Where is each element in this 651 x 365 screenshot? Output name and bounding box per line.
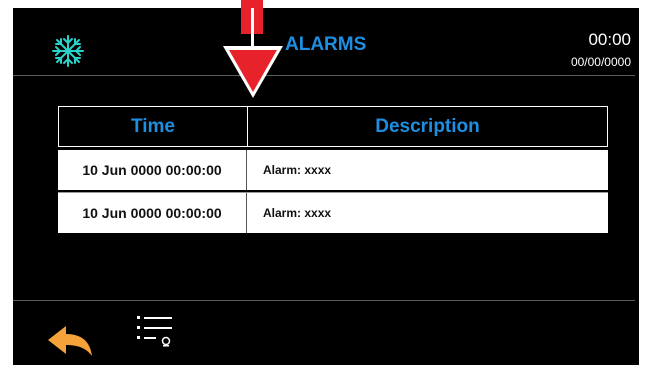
table-row[interactable]: 10 Jun 0000 00:00:00 Alarm: xxxx bbox=[58, 150, 608, 190]
cell-time: 10 Jun 0000 00:00:00 bbox=[58, 193, 247, 233]
column-header-description: Description bbox=[375, 115, 480, 137]
cell-description: Alarm: xxxx bbox=[263, 163, 332, 177]
page-title: ALARMS bbox=[285, 34, 367, 55]
table-header: Time Description bbox=[58, 106, 608, 147]
snowflake-icon bbox=[52, 35, 84, 67]
cell-time: 10 Jun 0000 00:00:00 bbox=[58, 150, 247, 190]
alarms-screen: ALARMS 00:00 00/00/0000 Time Description… bbox=[13, 0, 639, 365]
table-row[interactable]: 10 Jun 0000 00:00:00 Alarm: xxxx bbox=[58, 192, 608, 233]
clock-time: 00:00 bbox=[588, 30, 631, 49]
list-menu-icon[interactable] bbox=[133, 314, 179, 352]
column-header-time: Time bbox=[59, 107, 248, 146]
red-down-arrow-icon bbox=[223, 0, 283, 98]
footer-divider bbox=[13, 300, 635, 301]
cell-description: Alarm: xxxx bbox=[263, 206, 332, 220]
back-arrow-icon[interactable] bbox=[46, 324, 94, 358]
header-divider bbox=[13, 75, 635, 76]
clock-date: 00/00/0000 bbox=[570, 55, 631, 69]
